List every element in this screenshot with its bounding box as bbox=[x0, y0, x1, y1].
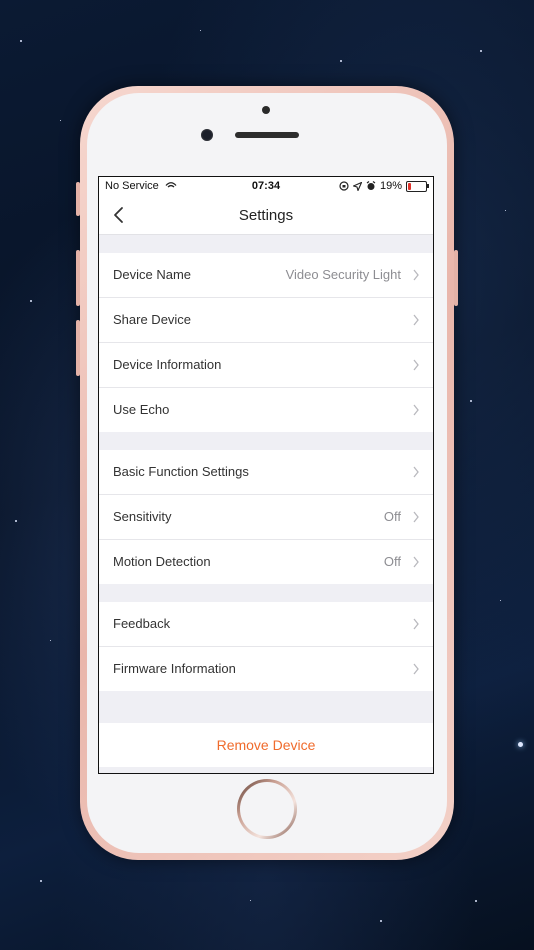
battery-percent: 19% bbox=[379, 180, 402, 192]
row-value: Video Security Light bbox=[285, 267, 401, 282]
settings-row-sensitivity[interactable]: Sensitivity Off bbox=[99, 495, 433, 540]
chevron-right-icon bbox=[413, 618, 419, 630]
settings-row-device-information[interactable]: Device Information bbox=[99, 343, 433, 388]
settings-group: Device Name Video Security Light Share Dev… bbox=[99, 253, 433, 432]
remove-device-button[interactable]: Remove Device bbox=[99, 723, 433, 767]
chevron-right-icon bbox=[413, 269, 419, 281]
row-label: Firmware Information bbox=[113, 661, 236, 676]
settings-row-device-name[interactable]: Device Name Video Security Light bbox=[99, 253, 433, 298]
row-value: Off bbox=[383, 554, 401, 569]
mute-switch bbox=[76, 182, 80, 216]
settings-row-basic-function-settings[interactable]: Basic Function Settings bbox=[99, 450, 433, 495]
proximity-sensor bbox=[262, 106, 270, 114]
row-label: Use Echo bbox=[113, 402, 170, 417]
location-icon bbox=[352, 181, 362, 191]
settings-row-use-echo[interactable]: Use Echo bbox=[99, 388, 433, 432]
settings-row-share-device[interactable]: Share Device bbox=[99, 298, 433, 343]
row-label: Feedback bbox=[113, 616, 171, 631]
earpiece-speaker bbox=[235, 132, 299, 138]
navigation-bar: Settings bbox=[99, 196, 433, 235]
settings-row-motion-detection[interactable]: Motion Detection Off bbox=[99, 540, 433, 584]
chevron-right-icon bbox=[413, 466, 419, 478]
chevron-right-icon bbox=[413, 314, 419, 326]
row-label: Sensitivity bbox=[113, 509, 172, 524]
row-label: Share Device bbox=[113, 312, 192, 327]
home-button[interactable] bbox=[237, 779, 297, 839]
front-camera bbox=[201, 129, 213, 141]
chevron-right-icon bbox=[413, 663, 419, 675]
row-label: Motion Detection bbox=[113, 554, 211, 569]
chevron-right-icon bbox=[413, 556, 419, 568]
volume-up-button bbox=[76, 250, 80, 306]
alarm-icon bbox=[366, 181, 376, 190]
page-title: Settings bbox=[238, 207, 294, 224]
settings-row-feedback[interactable]: Feedback bbox=[99, 602, 433, 647]
rotation-lock-icon bbox=[339, 181, 349, 191]
power-button bbox=[454, 250, 458, 306]
chevron-right-icon bbox=[413, 404, 419, 416]
phone-screen: No Service 07:34 19% Settings Device Nam… bbox=[98, 176, 434, 774]
row-label: Basic Function Settings bbox=[113, 464, 249, 479]
row-label: Device Information bbox=[113, 357, 222, 372]
battery-icon bbox=[406, 180, 429, 192]
row-label: Device Name bbox=[113, 267, 192, 282]
settings-group: Basic Function Settings Sensitivity Off Mot… bbox=[99, 450, 433, 584]
settings-row-firmware-information[interactable]: Firmware Information bbox=[99, 647, 433, 691]
chevron-right-icon bbox=[413, 359, 419, 371]
chevron-right-icon bbox=[413, 511, 419, 523]
volume-down-button bbox=[76, 320, 80, 376]
status-bar: No Service 07:34 19% bbox=[99, 177, 433, 196]
row-value: Off bbox=[383, 509, 401, 524]
settings-list: Device Name Video Security Light Share Dev… bbox=[99, 235, 433, 691]
settings-group: Feedback Firmware Information bbox=[99, 602, 433, 691]
